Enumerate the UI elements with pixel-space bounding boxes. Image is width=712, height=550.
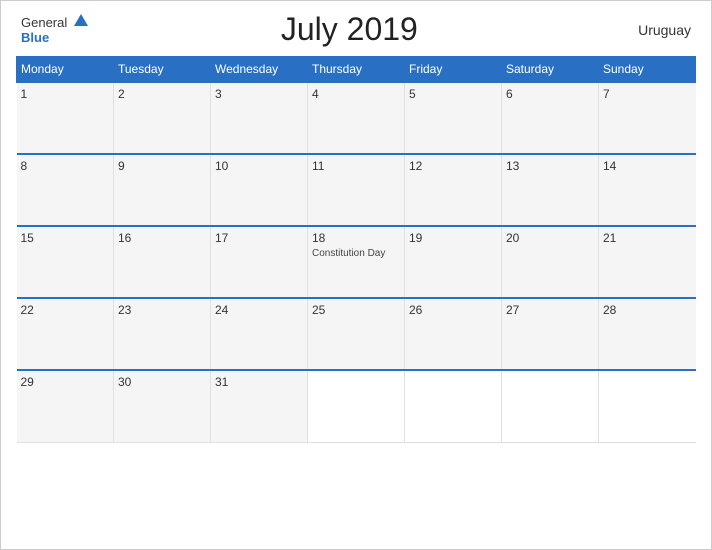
day-number: 7 (603, 87, 692, 101)
col-tuesday: Tuesday (114, 57, 211, 83)
day-number: 17 (215, 231, 303, 245)
calendar-day-cell: 14 (599, 154, 696, 226)
day-number: 21 (603, 231, 692, 245)
logo-triangle-icon (74, 14, 88, 26)
day-number: 9 (118, 159, 206, 173)
col-saturday: Saturday (502, 57, 599, 83)
day-number: 29 (21, 375, 110, 389)
calendar-day-cell: 4 (308, 82, 405, 154)
calendar-day-cell: 30 (114, 370, 211, 442)
calendar-day-cell: 20 (502, 226, 599, 298)
calendar-day-cell: 17 (211, 226, 308, 298)
day-number: 16 (118, 231, 206, 245)
calendar-day-cell: 2 (114, 82, 211, 154)
day-number: 5 (409, 87, 497, 101)
calendar-container: General Blue July 2019 Uruguay Monday Tu… (0, 0, 712, 550)
logo-blue: Blue (21, 31, 88, 45)
calendar-week-row: 29 30 31 (17, 370, 696, 442)
day-number: 4 (312, 87, 400, 101)
calendar-week-row: 1234567 (17, 82, 696, 154)
calendar-day-cell: 11 (308, 154, 405, 226)
calendar-day-cell: 28 (599, 298, 696, 370)
country-label: Uruguay (611, 22, 691, 38)
day-number: 8 (21, 159, 110, 173)
day-number: 27 (506, 303, 594, 317)
day-number: 14 (603, 159, 692, 173)
col-thursday: Thursday (308, 57, 405, 83)
calendar-day-cell: 12 (405, 154, 502, 226)
calendar-day-cell: 31 (211, 370, 308, 442)
calendar-day-cell: 21 (599, 226, 696, 298)
calendar-day-cell (599, 370, 696, 442)
day-number: 25 (312, 303, 400, 317)
calendar-title: July 2019 (88, 11, 611, 48)
calendar-day-cell: 26 (405, 298, 502, 370)
calendar-day-cell: 9 (114, 154, 211, 226)
col-monday: Monday (17, 57, 114, 83)
calendar-day-cell: 19 (405, 226, 502, 298)
calendar-day-cell: 7 (599, 82, 696, 154)
day-number: 13 (506, 159, 594, 173)
day-number: 24 (215, 303, 303, 317)
calendar-day-cell: 25 (308, 298, 405, 370)
calendar-week-row: 15 16 17 18 Constitution Day 19 20 21 (17, 226, 696, 298)
calendar-day-cell: 10 (211, 154, 308, 226)
col-friday: Friday (405, 57, 502, 83)
day-number: 31 (215, 375, 303, 389)
day-number: 3 (215, 87, 303, 101)
calendar-day-cell: 8 (17, 154, 114, 226)
day-number: 19 (409, 231, 497, 245)
calendar-day-cell: 18 Constitution Day (308, 226, 405, 298)
holiday-label: Constitution Day (312, 247, 400, 260)
calendar-week-row: 89 10 11 12 13 14 (17, 154, 696, 226)
calendar-header: General Blue July 2019 Uruguay (16, 11, 696, 48)
calendar-day-cell: 6 (502, 82, 599, 154)
calendar-week-row: 22 23 24 25 26 27 28 (17, 298, 696, 370)
calendar-day-cell: 5 (405, 82, 502, 154)
day-number: 10 (215, 159, 303, 173)
col-wednesday: Wednesday (211, 57, 308, 83)
day-number: 28 (603, 303, 692, 317)
calendar-day-cell: 1 (17, 82, 114, 154)
calendar-day-cell (405, 370, 502, 442)
day-number: 20 (506, 231, 594, 245)
day-number: 12 (409, 159, 497, 173)
day-number: 18 (312, 231, 400, 245)
col-sunday: Sunday (599, 57, 696, 83)
calendar-day-cell: 29 (17, 370, 114, 442)
calendar-day-cell (502, 370, 599, 442)
calendar-day-cell: 23 (114, 298, 211, 370)
calendar-day-cell: 22 (17, 298, 114, 370)
logo: General Blue (21, 14, 88, 46)
day-number: 15 (21, 231, 110, 245)
day-number: 6 (506, 87, 594, 101)
calendar-day-cell: 3 (211, 82, 308, 154)
day-number: 11 (312, 159, 400, 173)
calendar-table: Monday Tuesday Wednesday Thursday Friday… (16, 56, 696, 443)
day-number: 26 (409, 303, 497, 317)
calendar-day-cell: 27 (502, 298, 599, 370)
day-number: 1 (21, 87, 110, 101)
calendar-day-cell: 24 (211, 298, 308, 370)
day-number: 22 (21, 303, 110, 317)
day-number: 30 (118, 375, 206, 389)
calendar-day-cell: 13 (502, 154, 599, 226)
day-number: 23 (118, 303, 206, 317)
calendar-day-cell (308, 370, 405, 442)
logo-general: General (21, 14, 88, 32)
calendar-day-cell: 15 (17, 226, 114, 298)
day-number: 2 (118, 87, 206, 101)
calendar-day-cell: 16 (114, 226, 211, 298)
weekday-header-row: Monday Tuesday Wednesday Thursday Friday… (17, 57, 696, 83)
